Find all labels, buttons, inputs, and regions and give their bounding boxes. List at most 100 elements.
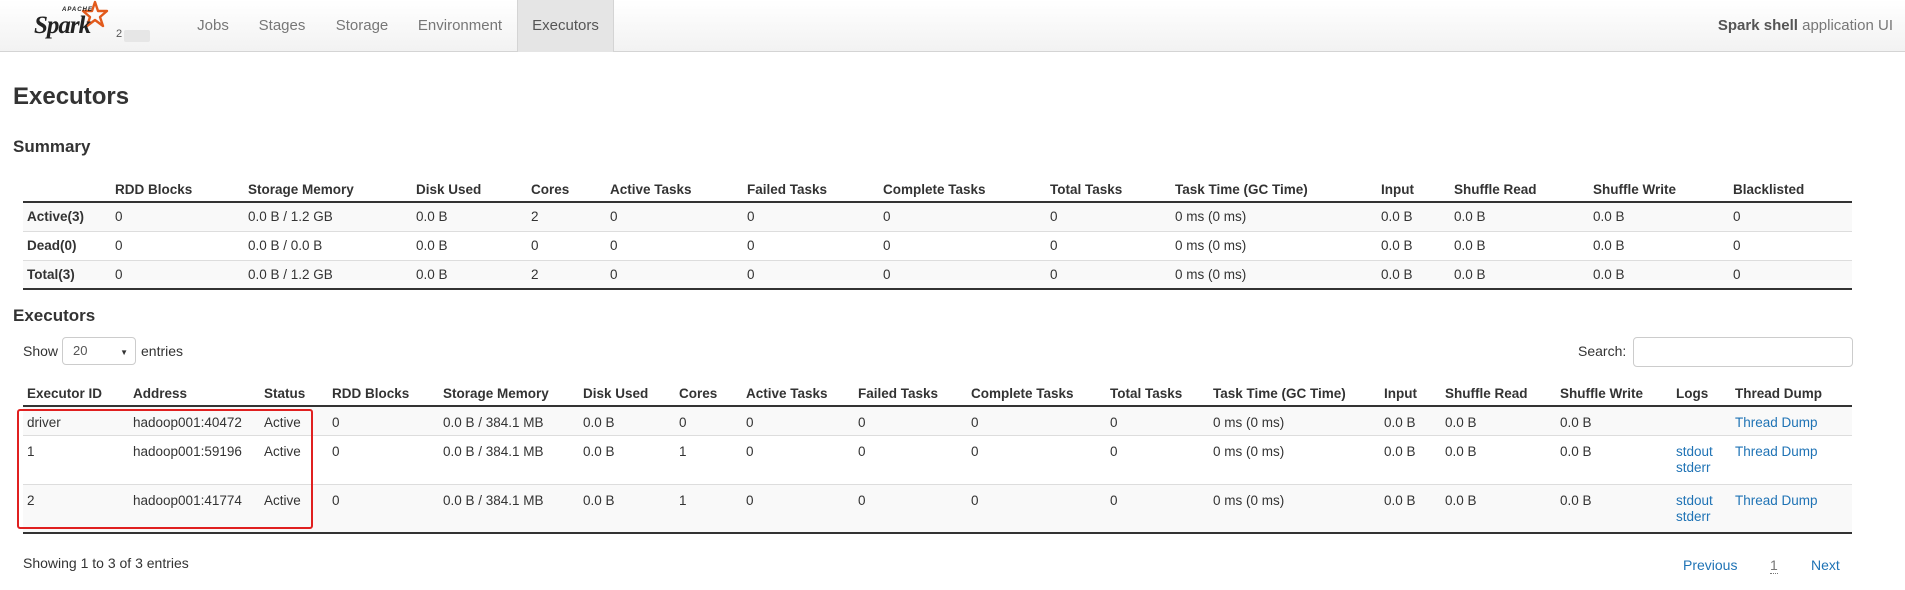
previous-page-link[interactable]: Previous xyxy=(1683,557,1737,573)
summary-col-header[interactable]: Complete Tasks xyxy=(879,174,1046,203)
summary-col-header[interactable] xyxy=(23,174,111,203)
executors-col-header[interactable]: RDD Blocks xyxy=(328,378,439,407)
summary-row: Dead(0) 0 0.0 B / 0.0 B 0.0 B000000 ms (0 m… xyxy=(23,230,1852,260)
executor-cell: 0.0 B xyxy=(1380,483,1441,534)
executor-cell: 0 xyxy=(967,434,1106,484)
tab-storage[interactable]: Storage xyxy=(326,0,398,52)
summary-col-header[interactable]: Input xyxy=(1377,174,1450,203)
executors-col-header[interactable]: Total Tasks xyxy=(1106,378,1209,407)
search-input[interactable] xyxy=(1633,337,1853,367)
executor-cell: 0.0 B xyxy=(1441,483,1556,534)
summary-cell: 0 xyxy=(743,259,879,290)
executors-col-header[interactable]: Shuffle Write xyxy=(1556,378,1672,407)
next-page-link[interactable]: Next xyxy=(1811,557,1840,573)
tab-environment[interactable]: Environment xyxy=(408,0,512,52)
stderr-log-link[interactable]: stderr xyxy=(1676,460,1727,476)
summary-cell: 0 ms (0 ms) xyxy=(1171,259,1377,290)
summary-cell: 0 xyxy=(111,230,244,260)
executors-col-header[interactable]: Disk Used xyxy=(579,378,675,407)
executor-cell: 0 xyxy=(967,405,1106,435)
executors-col-header[interactable]: Active Tasks xyxy=(742,378,854,407)
executor-cell: 0 xyxy=(854,405,967,435)
summary-col-header[interactable]: RDD Blocks xyxy=(111,174,244,203)
table-info: Showing 1 to 3 of 3 entries xyxy=(23,555,189,571)
executor-cell: 0.0 B / 384.1 MB xyxy=(439,483,579,534)
executor-cell: 0 xyxy=(967,483,1106,534)
summary-cell: 0 xyxy=(879,230,1046,260)
summary-col-header[interactable]: Task Time (GC Time) xyxy=(1171,174,1377,203)
executor-cell: 0 xyxy=(328,483,439,534)
summary-cell: 0 xyxy=(743,201,879,231)
stderr-log-link[interactable]: stderr xyxy=(1676,509,1727,525)
summary-cell: 0 xyxy=(743,230,879,260)
summary-cell: 0.0 B xyxy=(1450,259,1589,290)
executors-col-header[interactable]: Failed Tasks xyxy=(854,378,967,407)
summary-cell: 0 xyxy=(1046,259,1171,290)
logs-cell: stdout stderr xyxy=(1672,483,1731,534)
spark-logo[interactable]: APACHE Spark xyxy=(32,0,122,48)
app-name: Spark shell xyxy=(1717,17,1798,34)
thread-dump-link[interactable]: Thread Dump xyxy=(1735,493,1818,508)
summary-col-header[interactable]: Blacklisted xyxy=(1729,174,1852,203)
summary-cell: 2 xyxy=(527,201,606,231)
summary-col-header[interactable]: Failed Tasks xyxy=(743,174,879,203)
summary-cell: 0 xyxy=(1729,230,1852,260)
summary-col-header[interactable]: Shuffle Read xyxy=(1450,174,1589,203)
executors-col-header[interactable]: Task Time (GC Time) xyxy=(1209,378,1380,407)
current-page[interactable]: 1 xyxy=(1770,557,1778,574)
executors-col-header[interactable]: Logs xyxy=(1672,378,1731,407)
executors-col-header[interactable]: Complete Tasks xyxy=(967,378,1106,407)
summary-col-header[interactable]: Storage Memory xyxy=(244,174,412,203)
summary-cell: 0.0 B xyxy=(412,230,527,260)
summary-cell: 0 xyxy=(879,201,1046,231)
executor-cell: 0 xyxy=(1106,483,1209,534)
executor-cell: 0 xyxy=(854,434,967,484)
chevron-down-icon: ▼ xyxy=(120,348,128,357)
stdout-log-link[interactable]: stdout xyxy=(1676,444,1727,460)
executor-cell: 0 xyxy=(742,483,854,534)
summary-row: Total(3) 0 0.0 B / 1.2 GB 0.0 B200000 ms (0… xyxy=(23,259,1852,290)
version-redacted xyxy=(124,30,150,42)
tab-executors[interactable]: Executors xyxy=(517,0,614,52)
tab-stages[interactable]: Stages xyxy=(250,0,314,52)
executor-cell: 1 xyxy=(675,434,742,484)
summary-cell: 0.0 B xyxy=(1450,230,1589,260)
executor-cell: 0.0 B xyxy=(1556,434,1672,484)
thread-dump-link[interactable]: Thread Dump xyxy=(1735,444,1818,459)
summary-row-label: Total(3) xyxy=(23,259,111,290)
summary-col-header[interactable]: Total Tasks xyxy=(1046,174,1171,203)
summary-heading: Summary xyxy=(13,137,91,156)
logs-cell: stdout stderr xyxy=(1672,434,1731,484)
executors-col-header[interactable]: Input xyxy=(1380,378,1441,407)
tab-jobs[interactable]: Jobs xyxy=(186,0,240,52)
executors-col-header[interactable]: Address xyxy=(129,378,260,407)
summary-table: RDD Blocks Storage Memory Disk Used Cores Ac… xyxy=(23,174,1852,290)
summary-col-header[interactable]: Cores xyxy=(527,174,606,203)
summary-col-header[interactable]: Disk Used xyxy=(412,174,527,203)
summary-row: Active(3) 0 0.0 B / 1.2 GB 0.0 B200000 ms (… xyxy=(23,201,1852,231)
executors-col-header[interactable]: Status xyxy=(260,378,328,407)
executors-col-header[interactable]: Thread Dump xyxy=(1731,378,1852,407)
summary-cell: 0.0 B xyxy=(1589,259,1729,290)
executors-col-header[interactable]: Executor ID xyxy=(23,378,129,407)
summary-col-header[interactable]: Shuffle Write xyxy=(1589,174,1729,203)
executors-col-header[interactable]: Storage Memory xyxy=(439,378,579,407)
executor-cell: 0 ms (0 ms) xyxy=(1209,405,1380,435)
highlight-box xyxy=(17,409,313,529)
executors-col-header[interactable]: Cores xyxy=(675,378,742,407)
executor-cell: 0.0 B xyxy=(1380,434,1441,484)
executors-col-header[interactable]: Shuffle Read xyxy=(1441,378,1556,407)
executor-cell: 0.0 B / 384.1 MB xyxy=(439,405,579,435)
summary-cell: 0.0 B / 1.2 GB xyxy=(244,259,412,290)
executor-cell: 0.0 B xyxy=(1380,405,1441,435)
summary-cell: 0 xyxy=(606,230,743,260)
executor-cell: 1 xyxy=(675,483,742,534)
summary-col-header[interactable]: Active Tasks xyxy=(606,174,743,203)
thread-dump-link[interactable]: Thread Dump xyxy=(1735,415,1818,430)
executor-cell: 0.0 B xyxy=(579,434,675,484)
page-size-select[interactable]: 20 ▼ xyxy=(62,337,136,365)
stdout-log-link[interactable]: stdout xyxy=(1676,493,1727,509)
summary-row-label: Active(3) xyxy=(23,201,111,231)
logo-spark-text: Spark xyxy=(34,12,91,39)
executor-cell: 0 xyxy=(1106,434,1209,484)
